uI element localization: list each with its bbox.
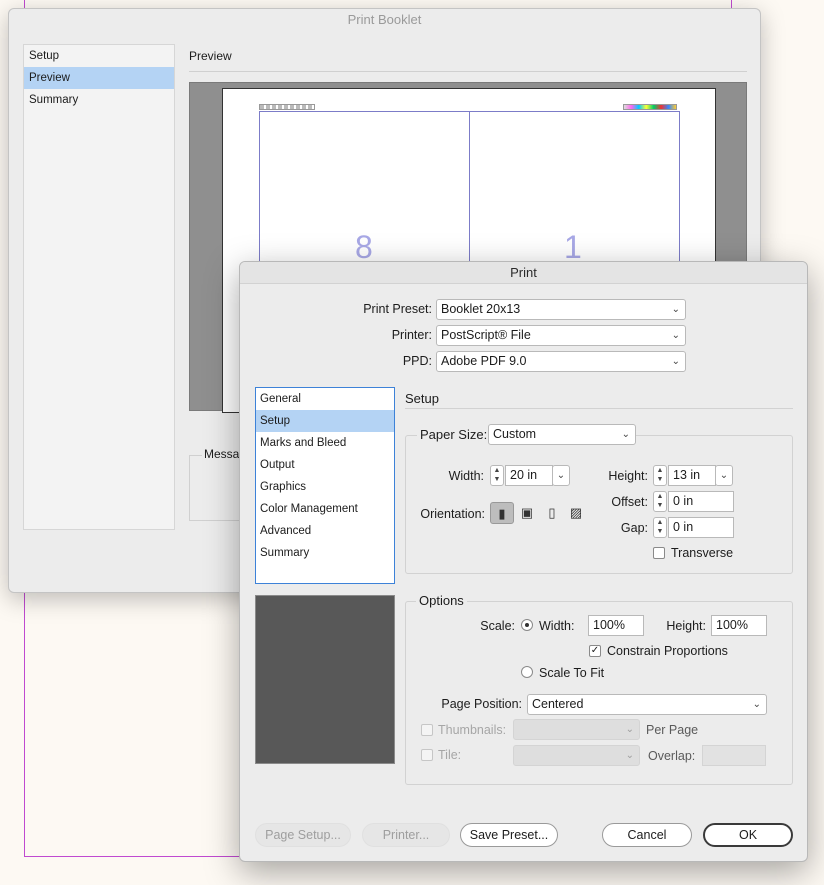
thumbnails-label: Thumbnails: bbox=[438, 723, 507, 737]
paper-size-value: Custom bbox=[493, 427, 537, 441]
tile-label: Tile: bbox=[438, 748, 462, 762]
offset-input[interactable]: 0 in bbox=[668, 491, 734, 512]
divider bbox=[189, 71, 747, 72]
chevron-down-icon: ⌄ bbox=[752, 699, 761, 710]
print-preset-label: Print Preset: bbox=[363, 302, 432, 316]
scale-width-radio[interactable] bbox=[521, 619, 533, 631]
printer-label: Printer: bbox=[391, 328, 432, 342]
chevron-down-icon: ⌄ bbox=[621, 429, 630, 440]
per-page-label: Per Page bbox=[646, 723, 699, 737]
divider bbox=[405, 408, 793, 409]
printer-button[interactable]: Printer... bbox=[362, 823, 450, 847]
print-preset-select[interactable]: Booklet 20x13 ⌄ bbox=[436, 299, 686, 320]
margin-guide-left bbox=[24, 590, 25, 857]
category-summary[interactable]: Summary bbox=[256, 542, 394, 564]
orientation-portrait-button[interactable]: ▮ bbox=[490, 502, 514, 524]
save-preset-button[interactable]: Save Preset... bbox=[460, 823, 558, 847]
orientation-reverse-portrait-button[interactable]: ▯ bbox=[540, 502, 564, 524]
booklet-sidebar: Setup Preview Summary bbox=[23, 44, 175, 530]
ppd-value: Adobe PDF 9.0 bbox=[441, 354, 527, 368]
width-stepper[interactable]: ▲ ▼ bbox=[490, 465, 504, 486]
cancel-button[interactable]: Cancel bbox=[602, 823, 692, 847]
width-dropdown[interactable]: ⌄ bbox=[552, 465, 570, 486]
chevron-down-icon: ⌄ bbox=[625, 750, 634, 761]
dialog-title: Print bbox=[240, 262, 807, 284]
overlap-input[interactable] bbox=[702, 745, 766, 766]
tile-select[interactable]: ⌄ bbox=[513, 745, 640, 766]
sidebar-item-summary[interactable]: Summary bbox=[24, 89, 174, 111]
color-bar-right bbox=[623, 104, 677, 110]
chevron-down-icon: ⌄ bbox=[671, 304, 680, 315]
category-output[interactable]: Output bbox=[256, 454, 394, 476]
page-setup-button[interactable]: Page Setup... bbox=[255, 823, 351, 847]
chevron-down-icon: ⌄ bbox=[625, 724, 634, 735]
window-title: Print Booklet bbox=[347, 12, 422, 27]
printer-select[interactable]: PostScript® File ⌄ bbox=[436, 325, 686, 346]
tile-checkbox[interactable] bbox=[421, 749, 433, 761]
gap-label: Gap: bbox=[620, 521, 648, 535]
orientation-landscape-button[interactable]: ▣ bbox=[515, 502, 539, 524]
scale-width-input[interactable]: 100% bbox=[588, 615, 644, 636]
category-marks-and-bleed[interactable]: Marks and Bleed bbox=[256, 432, 394, 454]
width-label: Width: bbox=[448, 469, 484, 483]
ok-button[interactable]: OK bbox=[703, 823, 793, 847]
scale-width-label: Width: bbox=[539, 619, 575, 633]
print-preview-thumbnail bbox=[255, 595, 395, 764]
offset-stepper[interactable]: ▲ ▼ bbox=[653, 491, 667, 512]
height-input[interactable]: 13 in bbox=[668, 465, 716, 486]
transverse-checkbox[interactable] bbox=[653, 547, 665, 559]
category-general[interactable]: General bbox=[256, 388, 394, 410]
ppd-select[interactable]: Adobe PDF 9.0 ⌄ bbox=[436, 351, 686, 372]
sidebar-item-setup[interactable]: Setup bbox=[24, 45, 174, 67]
thumbnails-select[interactable]: ⌄ bbox=[513, 719, 640, 740]
sidebar-item-preview[interactable]: Preview bbox=[24, 67, 174, 89]
overlap-label: Overlap: bbox=[648, 749, 696, 763]
options-title: Options bbox=[416, 593, 467, 608]
margin-guide-bottom bbox=[24, 856, 240, 857]
messages-label: Messa bbox=[202, 447, 242, 461]
category-color-management[interactable]: Color Management bbox=[256, 498, 394, 520]
scale-label: Scale: bbox=[480, 619, 515, 633]
category-list: General Setup Marks and Bleed Output Gra… bbox=[255, 387, 395, 584]
chevron-down-icon: ⌄ bbox=[671, 356, 680, 367]
scale-to-fit-radio[interactable] bbox=[521, 666, 533, 678]
orientation-label: Orientation: bbox=[420, 507, 485, 521]
height-label: Height: bbox=[608, 469, 648, 483]
category-setup[interactable]: Setup bbox=[256, 410, 394, 432]
constrain-proportions-label: Constrain Proportions bbox=[607, 644, 728, 658]
print-dialog: Print Print Preset: Booklet 20x13 ⌄ Print… bbox=[239, 261, 808, 862]
constrain-proportions-checkbox[interactable]: ✓ bbox=[589, 645, 601, 657]
gap-stepper[interactable]: ▲ ▼ bbox=[653, 517, 667, 538]
thumbnails-checkbox[interactable] bbox=[421, 724, 433, 736]
print-preset-value: Booklet 20x13 bbox=[441, 302, 521, 316]
printer-value: PostScript® File bbox=[441, 328, 531, 342]
scale-to-fit-label: Scale To Fit bbox=[539, 666, 605, 680]
scale-height-label: Height: bbox=[666, 619, 706, 633]
height-dropdown[interactable]: ⌄ bbox=[715, 465, 733, 486]
gap-input[interactable]: 0 in bbox=[668, 517, 734, 538]
page-position-label: Page Position: bbox=[441, 697, 522, 711]
page-position-select[interactable]: Centered ⌄ bbox=[527, 694, 767, 715]
chevron-down-icon: ⌄ bbox=[671, 330, 680, 341]
setup-section-title: Setup bbox=[405, 391, 439, 406]
page-position-value: Centered bbox=[532, 697, 584, 711]
width-input[interactable]: 20 in bbox=[505, 465, 553, 486]
ppd-label: PPD: bbox=[402, 354, 432, 368]
section-title: Preview bbox=[189, 49, 232, 63]
paper-size-select[interactable]: Custom ⌄ bbox=[488, 424, 636, 445]
category-advanced[interactable]: Advanced bbox=[256, 520, 394, 542]
transverse-label: Transverse bbox=[671, 546, 734, 560]
height-stepper[interactable]: ▲ ▼ bbox=[653, 465, 667, 486]
offset-label: Offset: bbox=[611, 495, 648, 509]
scale-height-input[interactable]: 100% bbox=[711, 615, 767, 636]
registration-bar-left bbox=[259, 104, 315, 110]
paper-size-label: Paper Size: bbox=[417, 427, 491, 442]
category-graphics[interactable]: Graphics bbox=[256, 476, 394, 498]
